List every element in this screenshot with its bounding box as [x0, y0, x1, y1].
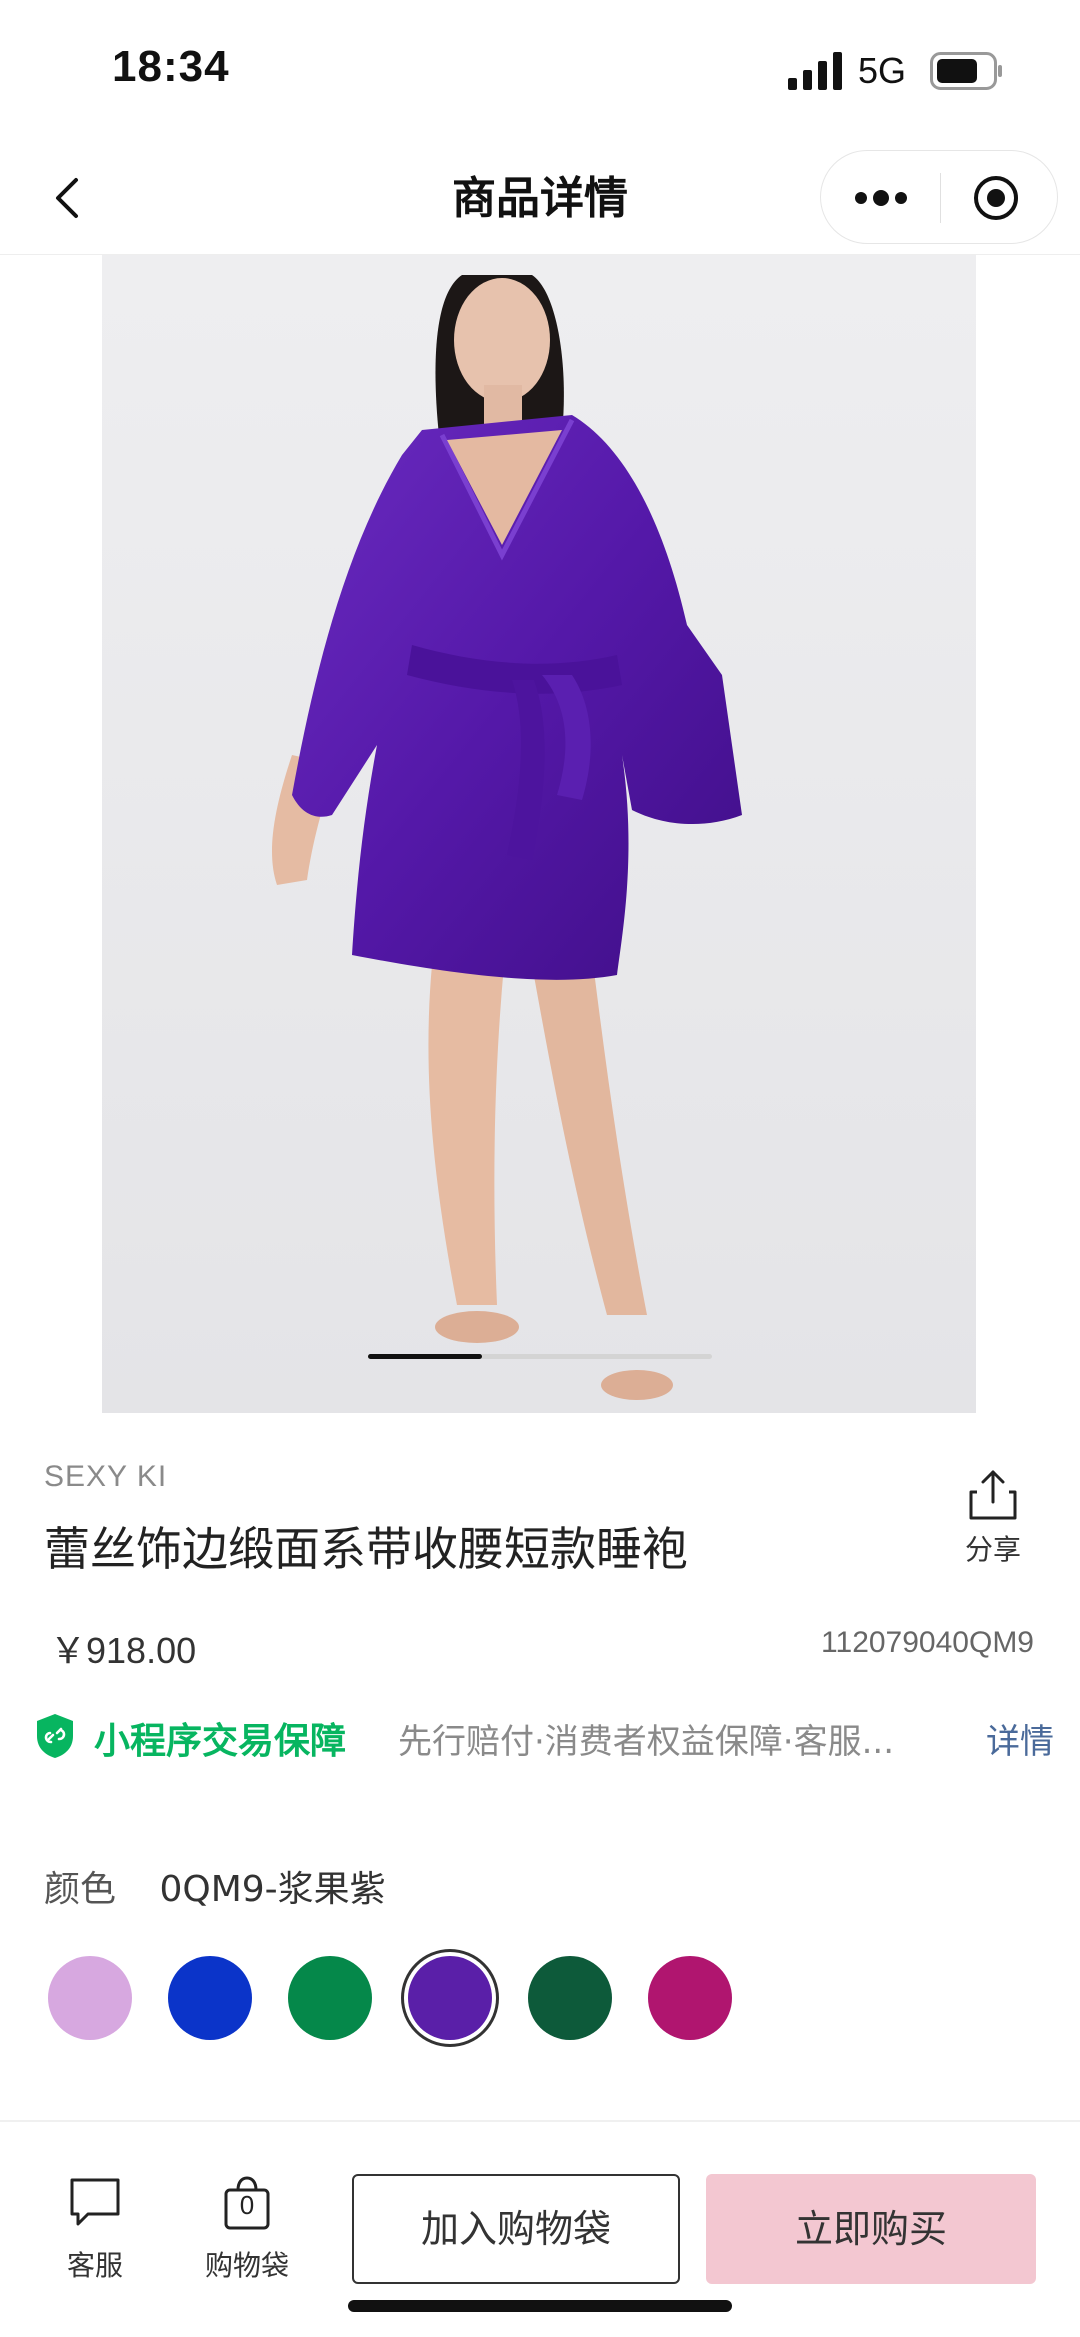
nav-bar: 商品详情: [0, 140, 1080, 255]
capsule-divider: [940, 173, 941, 223]
color-value: 0QM9-浆果紫: [159, 1869, 386, 1910]
guarantee-detail-link[interactable]: 详情: [986, 1714, 1054, 1763]
product-photo-illustration: [102, 255, 976, 1413]
color-swatch[interactable]: [168, 1956, 252, 2040]
chat-icon: [70, 2178, 120, 2226]
product-title: 蕾丝饰边缎面系带收腰短款睡袍: [44, 1522, 688, 1576]
add-to-bag-button[interactable]: 加入购物袋: [352, 2174, 680, 2284]
bag-count: 0: [239, 2190, 255, 2220]
shopping-bag-button[interactable]: 0 购物袋: [192, 2174, 302, 2284]
color-swatch[interactable]: [48, 1956, 132, 2040]
color-selection-row: 颜色 0QM9-浆果紫: [44, 1860, 386, 1912]
sku-code: 112079040QM9: [821, 1626, 1034, 1659]
status-bar: 18:34 5G: [0, 0, 1080, 140]
share-icon: [969, 1470, 1017, 1520]
network-label: 5G: [858, 50, 907, 91]
share-button[interactable]: 分享: [948, 1466, 1038, 1576]
customer-service-label: 客服: [66, 2249, 123, 2282]
color-swatches: [48, 1956, 748, 2046]
shield-icon: [37, 1714, 73, 1758]
color-swatch[interactable]: [648, 1956, 732, 2040]
color-swatch[interactable]: [408, 1956, 492, 2040]
miniprogram-capsule: [820, 150, 1058, 244]
transaction-guarantee[interactable]: 小程序交易保障 先行赔付·消费者权益保障·客服... 详情: [34, 1708, 1054, 1764]
color-swatch[interactable]: [528, 1956, 612, 2040]
guarantee-label: 小程序交易保障: [94, 1721, 347, 1762]
customer-service-button[interactable]: 客服: [40, 2174, 150, 2284]
color-label: 颜色: [44, 1869, 117, 1910]
brand-label: SEXY KI: [44, 1460, 168, 1493]
home-indicator: [348, 2300, 732, 2312]
shopping-bag-label: 购物袋: [204, 2249, 289, 2282]
signal-icon: [788, 52, 842, 90]
status-time: 18:34: [112, 42, 230, 91]
color-swatch[interactable]: [288, 1956, 372, 2040]
guarantee-description: 先行赔付·消费者权益保障·客服...: [398, 1722, 895, 1762]
buy-now-button[interactable]: 立即购买: [706, 2174, 1036, 2284]
battery-icon: [930, 52, 1002, 90]
carousel-indicator-fill: [368, 1354, 482, 1359]
close-miniprogram-icon[interactable]: [971, 173, 1021, 223]
carousel-indicator: [368, 1354, 712, 1359]
price: ￥918.00: [50, 1630, 197, 1671]
share-label: 分享: [964, 1533, 1021, 1566]
product-image[interactable]: [102, 255, 976, 1413]
more-options-icon[interactable]: [851, 177, 911, 219]
